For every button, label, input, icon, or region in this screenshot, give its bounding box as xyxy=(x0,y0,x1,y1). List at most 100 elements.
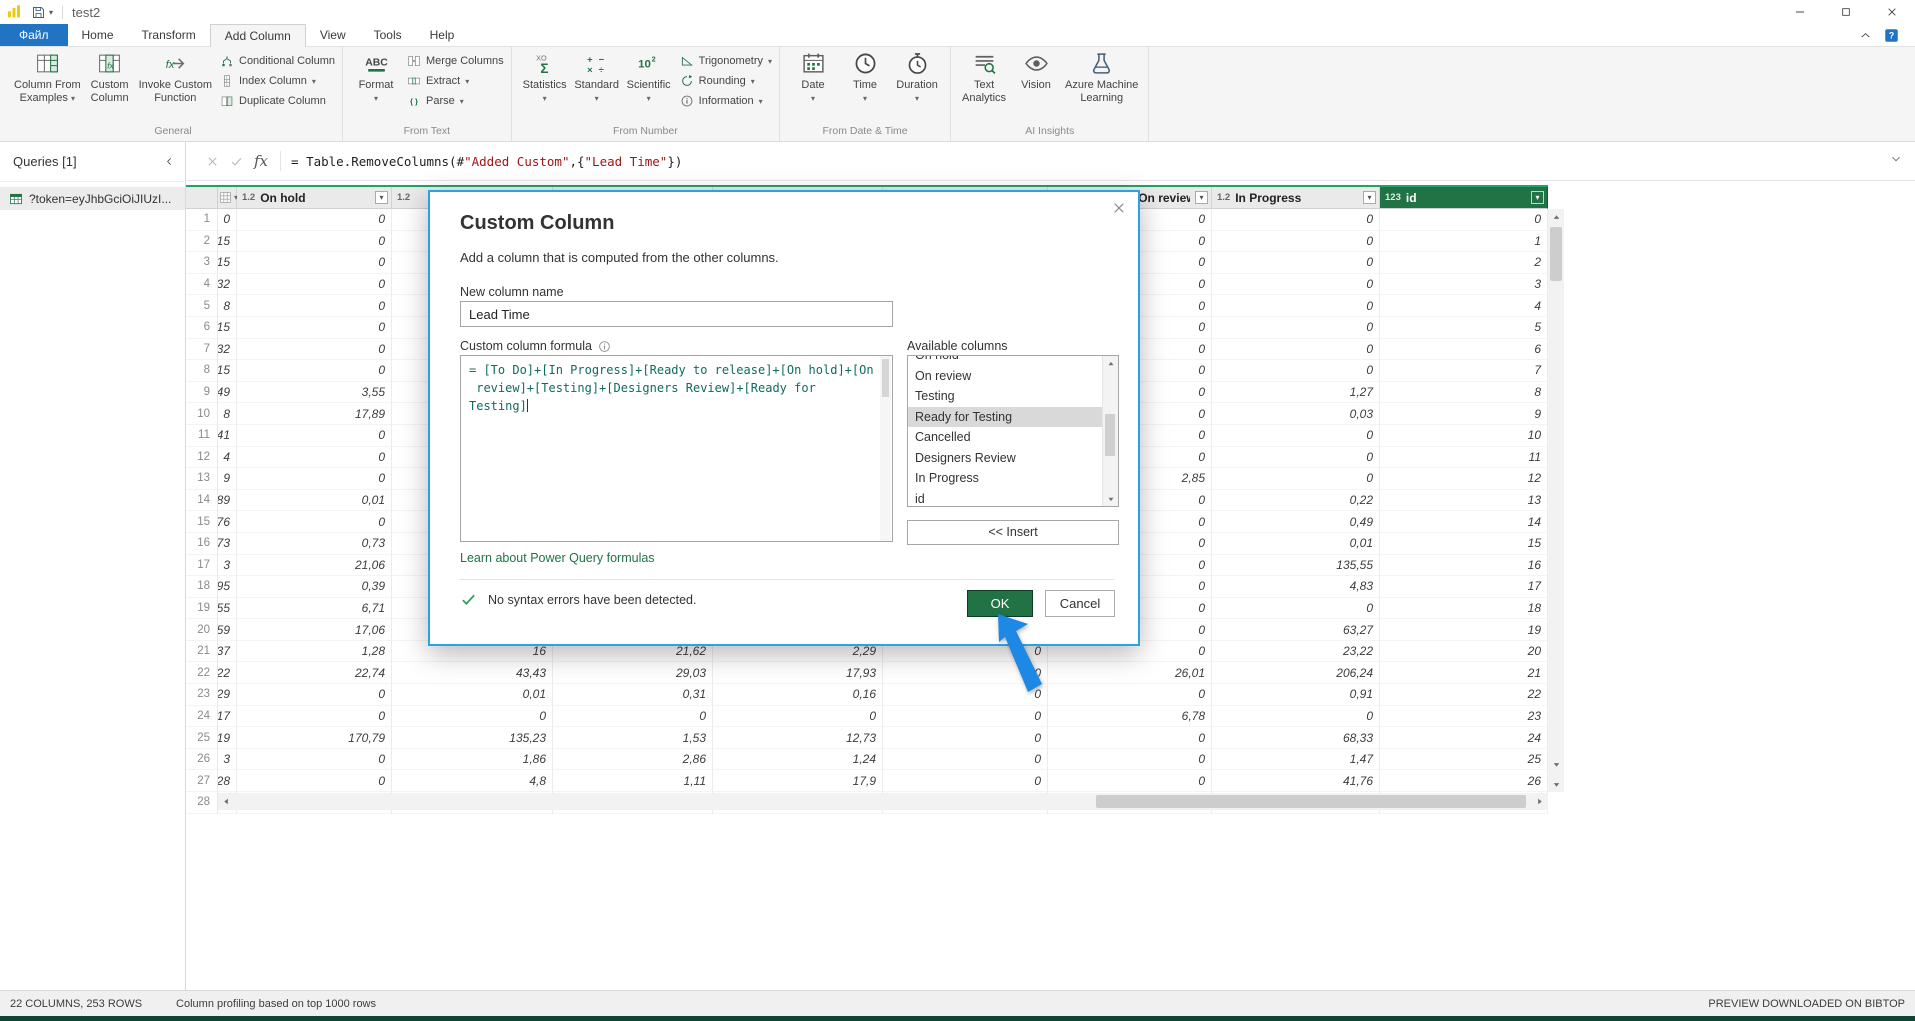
ribbon-scientific-button[interactable]: 102Scientific▾ xyxy=(623,48,675,108)
learn-formulas-link[interactable]: Learn about Power Query formulas xyxy=(460,551,655,565)
cell[interactable]: 19 xyxy=(218,727,237,749)
cell[interactable]: 0 xyxy=(237,231,392,253)
cell[interactable]: 4,83 xyxy=(1212,576,1380,598)
cell[interactable]: 3 xyxy=(218,555,237,577)
cell[interactable]: 0,73 xyxy=(237,533,392,555)
ribbon-standard-button[interactable]: +−×÷Standard▾ xyxy=(571,48,623,108)
row-number[interactable]: 23 xyxy=(186,684,218,706)
row-number[interactable]: 20 xyxy=(186,619,218,641)
row-number[interactable]: 18 xyxy=(186,576,218,598)
ribbon-parse-button[interactable]: { }Parse▾ xyxy=(407,93,504,109)
query-list-item[interactable]: ?token=eyJhbGciOiJIUzI... xyxy=(0,187,185,210)
cell[interactable]: 0 xyxy=(1212,598,1380,620)
available-column-item-designers-review[interactable]: Designers Review xyxy=(908,448,1102,469)
close-button[interactable] xyxy=(1869,0,1915,24)
cell[interactable]: 0 xyxy=(1212,317,1380,339)
row-number[interactable]: 10 xyxy=(186,403,218,425)
cell[interactable]: 4 xyxy=(1380,295,1548,317)
cell[interactable]: 14 xyxy=(1380,511,1548,533)
available-column-item-cancelled[interactable]: Cancelled xyxy=(908,427,1102,448)
formula-cancel-button[interactable] xyxy=(200,154,224,169)
ribbon-merge-columns-button[interactable]: Merge Columns xyxy=(407,53,504,69)
tab-tools[interactable]: Tools xyxy=(360,24,416,46)
cell[interactable]: 0,49 xyxy=(1212,511,1380,533)
ribbon-conditional-column-button[interactable]: Conditional Column xyxy=(220,53,335,69)
row-number[interactable]: 12 xyxy=(186,447,218,469)
minimize-button[interactable] xyxy=(1777,0,1823,24)
cell[interactable]: 7 xyxy=(1380,360,1548,382)
cell[interactable]: 0,39 xyxy=(237,576,392,598)
cell[interactable]: 0,16 xyxy=(713,684,883,706)
cell[interactable]: 18 xyxy=(1380,598,1548,620)
cell[interactable]: 0 xyxy=(1048,749,1212,771)
list-scroll-down-button[interactable] xyxy=(1103,491,1118,506)
filter-button[interactable]: ▾ xyxy=(1195,191,1208,204)
row-number[interactable]: 26 xyxy=(186,749,218,771)
cell[interactable]: 0,22 xyxy=(1212,490,1380,512)
cell[interactable]: 10 xyxy=(1380,425,1548,447)
cell[interactable]: 22 xyxy=(218,662,237,684)
cell[interactable]: 0 xyxy=(237,749,392,771)
cell[interactable]: 1,53 xyxy=(553,727,713,749)
cell[interactable]: 0,91 xyxy=(1212,684,1380,706)
scroll-down-button-secondary[interactable] xyxy=(1548,756,1564,772)
horizontal-scroll-thumb[interactable] xyxy=(1096,795,1526,808)
row-number[interactable]: 27 xyxy=(186,770,218,792)
row-number[interactable]: 5 xyxy=(186,295,218,317)
cell[interactable]: 17,06 xyxy=(237,619,392,641)
ribbon-trigonometry-button[interactable]: Trigonometry▾ xyxy=(680,53,772,69)
row-number[interactable]: 8 xyxy=(186,360,218,382)
quick-access-caret-icon[interactable]: ▾ xyxy=(49,8,53,17)
cell[interactable]: 0 xyxy=(1048,727,1212,749)
row-number[interactable]: 13 xyxy=(186,468,218,490)
ribbon-duplicate-column-button[interactable]: Duplicate Column xyxy=(220,93,335,109)
row-number[interactable]: 28 xyxy=(186,792,218,814)
row-number[interactable]: 22 xyxy=(186,662,218,684)
column-header-c0[interactable]: ▾ xyxy=(218,187,237,209)
ribbon-time-button[interactable]: Time▾ xyxy=(839,48,891,108)
available-column-item-on-review[interactable]: On review xyxy=(908,366,1102,387)
cell[interactable]: 0 xyxy=(1212,468,1380,490)
cell[interactable]: 1,27 xyxy=(1212,382,1380,404)
formula-scrollbar[interactable] xyxy=(880,356,891,541)
cell[interactable]: 0 xyxy=(237,706,392,728)
cell[interactable]: 76 xyxy=(218,511,237,533)
cell[interactable]: 0 xyxy=(237,209,392,231)
info-icon[interactable] xyxy=(598,340,611,353)
ribbon-format-button[interactable]: ABCFormat▾ xyxy=(350,48,402,108)
cell[interactable]: 17,93 xyxy=(713,662,883,684)
cell[interactable]: 4,8 xyxy=(392,770,553,792)
row-number[interactable]: 1 xyxy=(186,209,218,231)
row-number[interactable]: 9 xyxy=(186,382,218,404)
cell[interactable]: 0,01 xyxy=(1212,533,1380,555)
cell[interactable]: 12,73 xyxy=(713,727,883,749)
cell[interactable]: 0 xyxy=(1048,684,1212,706)
cell[interactable]: 0 xyxy=(1212,274,1380,296)
horizontal-scroll-track[interactable] xyxy=(235,793,1531,810)
ribbon-custom-column-button[interactable]: fxCustomColumn xyxy=(84,48,136,108)
cell[interactable]: 0 xyxy=(1048,770,1212,792)
cell[interactable]: 1,28 xyxy=(237,641,392,663)
cell[interactable]: 0 xyxy=(713,706,883,728)
cell[interactable]: 135,55 xyxy=(1212,555,1380,577)
row-number[interactable]: 24 xyxy=(186,706,218,728)
ribbon-date-button[interactable]: Date▾ xyxy=(787,48,839,108)
cell[interactable]: 0 xyxy=(553,706,713,728)
cell[interactable]: 15 xyxy=(218,252,237,274)
custom-formula-input[interactable]: = [To Do]+[In Progress]+[Ready to releas… xyxy=(460,355,893,542)
cell[interactable]: 17,89 xyxy=(237,403,392,425)
formula-commit-button[interactable] xyxy=(224,154,248,169)
cell[interactable]: 95 xyxy=(218,576,237,598)
cell[interactable]: 0 xyxy=(1212,231,1380,253)
cell[interactable]: 0 xyxy=(237,252,392,274)
cell[interactable]: 0,03 xyxy=(1212,403,1380,425)
cell[interactable]: 5 xyxy=(1380,317,1548,339)
row-number[interactable]: 4 xyxy=(186,274,218,296)
ribbon-extract-button[interactable]: Extract▾ xyxy=(407,73,504,89)
horizontal-scrollbar[interactable] xyxy=(218,793,1548,810)
cell[interactable]: 15 xyxy=(218,360,237,382)
cell[interactable]: 0,01 xyxy=(237,490,392,512)
cell[interactable]: 24 xyxy=(1380,727,1548,749)
collapse-ribbon-icon[interactable] xyxy=(1859,29,1872,42)
available-columns-scrollbar[interactable] xyxy=(1102,356,1118,506)
